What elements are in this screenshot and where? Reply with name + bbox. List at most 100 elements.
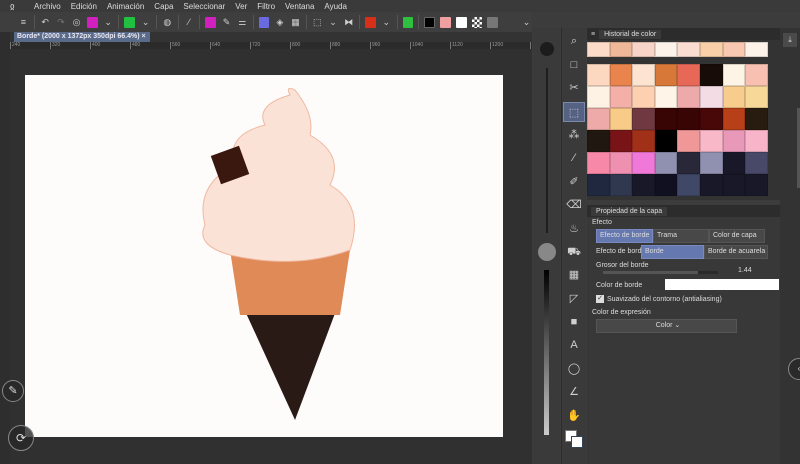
color-swatch[interactable] [654,108,678,130]
reference-layer-icon[interactable] [258,16,270,28]
color-swatch[interactable] [609,64,633,86]
color-swatch[interactable] [699,64,723,86]
color-swatch[interactable] [609,152,633,174]
color-swatch[interactable] [745,42,768,57]
green-brush-icon[interactable] [402,16,414,28]
color-swatch[interactable] [722,174,746,196]
menu-ventana[interactable]: Ventana [285,2,314,11]
color-swatch[interactable] [699,42,723,57]
chevron-down-icon[interactable]: ⌄ [381,17,392,28]
color-swatch[interactable] [632,130,655,152]
color-swatch[interactable] [677,152,700,174]
color-swatch[interactable] [654,152,678,174]
color-swatch[interactable] [699,152,723,174]
frame-tool-icon[interactable]: ▦ [563,265,585,285]
color-swatch[interactable] [587,130,610,152]
magic-wand-icon[interactable]: ⁂ [563,125,585,145]
opacity-slider[interactable] [544,270,549,435]
color-swatch[interactable] [745,152,768,174]
gradient-tool-icon[interactable]: ■ [563,312,585,332]
color-swatch[interactable] [677,108,700,130]
color-swatch[interactable] [609,86,633,108]
color-swatch[interactable] [677,174,700,196]
undo-icon[interactable]: ↶ [40,17,51,28]
brush-size-slider[interactable] [546,68,548,233]
color-swatch[interactable] [632,42,655,57]
color-swatch[interactable] [699,86,723,108]
color-swatch[interactable] [677,64,700,86]
camera-icon[interactable]: ◎ [71,17,82,28]
transparent-swatch[interactable] [471,16,483,28]
color-swatch[interactable] [654,64,678,86]
color-swatch[interactable] [745,130,768,152]
magenta-action-icon[interactable] [86,16,98,28]
color-swatch[interactable] [745,174,768,196]
color-swatch[interactable] [745,86,768,108]
pen-ruler-icon[interactable]: ✎ [221,17,232,28]
effect-tab-edge[interactable]: Efecto de borde [596,229,653,243]
hand-tool-icon[interactable]: ✋ [563,406,585,426]
thickness-slider[interactable] [603,271,718,274]
color-swatch[interactable] [722,86,746,108]
selection-icon[interactable]: ⬚ [312,17,323,28]
menu-animacion[interactable]: Animación [107,2,144,11]
balloon-tool-icon[interactable]: ◯ [563,359,585,379]
color-swatch[interactable] [632,174,655,196]
black-swatch[interactable] [424,16,436,28]
pen-tool-icon[interactable]: ✐ [563,172,585,192]
color-swatch[interactable] [609,42,633,57]
color-swatch[interactable] [654,174,678,196]
color-swatch[interactable] [587,42,610,57]
save-icon[interactable] [487,16,499,28]
menu-ayuda[interactable]: Ayuda [324,2,347,11]
edge-option-watercolor[interactable]: Borde de acuarela [704,245,768,259]
text-tool-icon[interactable]: A [563,335,585,355]
move-tool-icon[interactable]: ✂ [563,78,585,98]
color-swatch[interactable] [722,152,746,174]
color-swatch[interactable] [609,174,633,196]
effect-tab-tone[interactable]: Trama [653,229,709,243]
menu-capa[interactable]: Capa [154,2,173,11]
magenta-layer-icon[interactable] [205,16,217,28]
color-swatch[interactable] [699,130,723,152]
color-swatch[interactable] [722,42,746,57]
edge-color-swatch[interactable] [665,279,779,290]
red-action-icon[interactable] [365,16,376,28]
white-swatch[interactable] [455,16,467,28]
color-swatch[interactable] [587,86,610,108]
app-logo-icon[interactable]: ჲ [10,1,24,12]
color-swatch[interactable] [632,64,655,86]
color-swatch[interactable] [722,130,746,152]
collapse-panel-icon[interactable]: ‹ [788,358,800,380]
green-action-icon[interactable] [124,16,136,28]
fill-tool-icon[interactable]: ⛟ [563,242,585,262]
color-swatch[interactable] [745,108,768,130]
chevron-down-icon[interactable]: ⌄ [521,17,532,28]
operation-tool-icon[interactable]: □ [563,55,585,75]
ruler-tool-icon[interactable]: ◸ [563,289,585,309]
color-swatch[interactable] [632,86,655,108]
rotate-canvas-icon[interactable]: ⟳ [8,425,34,451]
tab-layer-property[interactable]: Propiedad de la capa [591,206,668,216]
search-icon[interactable]: ◍ [162,17,173,28]
effect-tab-layer-color[interactable]: Color de capa [709,229,765,243]
layers-icon[interactable]: ◈ [274,17,285,28]
flip-icon[interactable]: ⧓ [343,17,354,28]
correct-line-tool-icon[interactable]: ∠ [563,382,585,402]
color-swatch[interactable] [699,108,723,130]
color-swatch[interactable] [677,130,700,152]
sub-color-swatch[interactable] [571,436,583,448]
menu-ver[interactable]: Ver [235,2,247,11]
sliders-icon[interactable]: ⚌ [237,17,248,28]
color-swatch[interactable] [609,108,633,130]
folder-icon[interactable]: ⤓ [783,33,797,47]
color-swatch[interactable] [632,152,655,174]
selection-tool-icon[interactable]: ⬚ [563,101,585,122]
pencil-float-icon[interactable]: ✎ [2,380,24,402]
color-swatch[interactable] [609,130,633,152]
eyedropper-tool-icon[interactable]: ⁄ [563,148,585,168]
menu-seleccionar[interactable]: Seleccionar [183,2,225,11]
tab-color-history[interactable]: Historial de color [599,29,662,39]
edge-option-border[interactable]: Borde [641,245,704,259]
color-swatch[interactable] [587,174,610,196]
